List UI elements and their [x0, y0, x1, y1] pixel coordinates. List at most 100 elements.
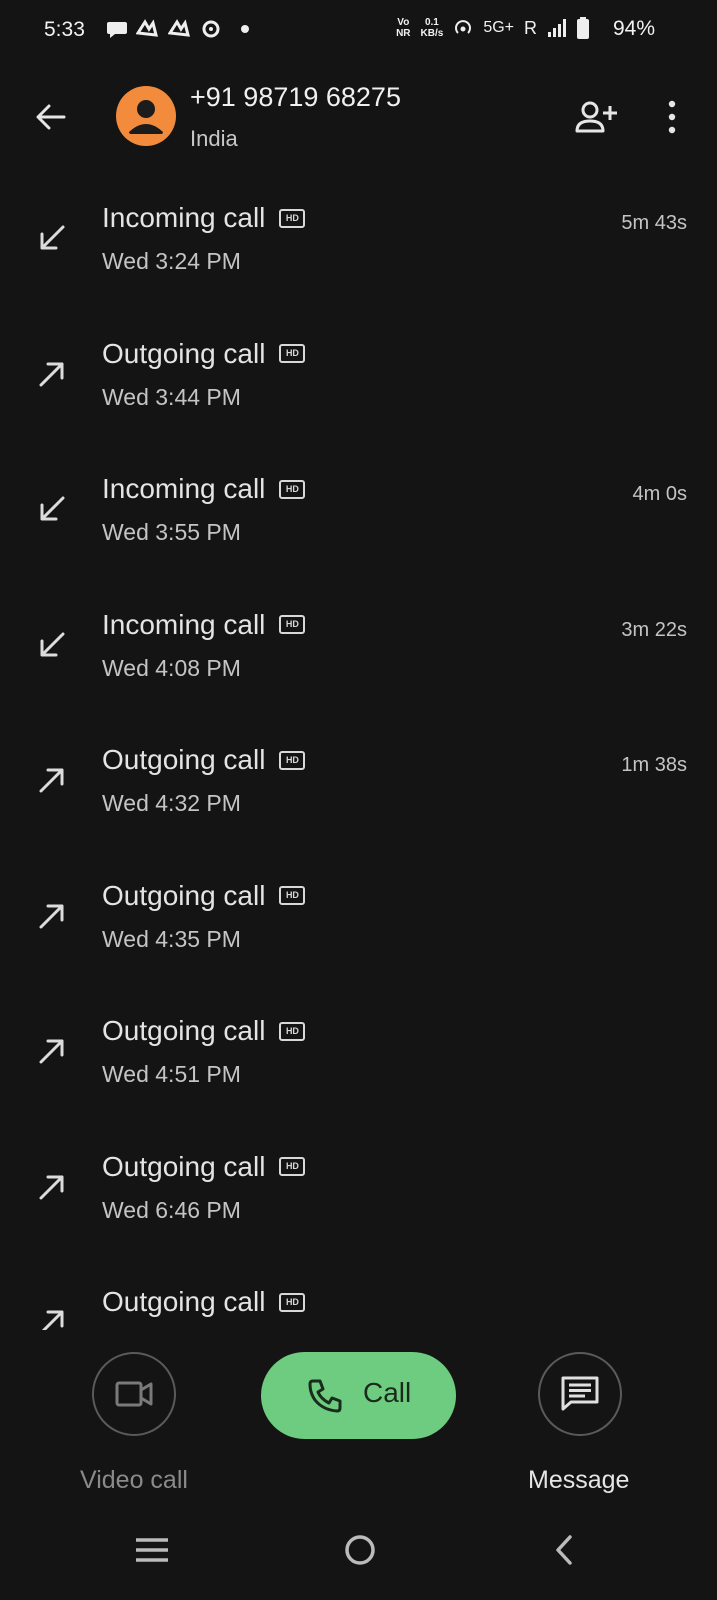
nav-back-icon[interactable] — [546, 1530, 586, 1570]
status-time: 5:33 — [44, 18, 85, 41]
app-notification-icon-2 — [168, 19, 190, 37]
call-log-row[interactable]: Incoming call HD Wed 3:55 PM 4m 0s — [0, 461, 717, 596]
network-speed: 0.1 KB/s — [421, 17, 444, 39]
volte-bottom-text: NR — [396, 28, 411, 39]
avatar — [116, 86, 176, 146]
call-received-icon — [40, 496, 65, 521]
videocam-icon — [115, 1381, 153, 1407]
call-time: Wed 6:46 PM — [102, 1196, 241, 1223]
hd-badge: HD — [279, 615, 306, 634]
network-type: 5G+ — [483, 19, 514, 36]
person-icon — [129, 100, 163, 134]
recents-icon[interactable] — [132, 1530, 172, 1570]
message-icon — [561, 1376, 599, 1411]
call-made-icon — [39, 362, 64, 386]
phone-icon — [308, 1379, 342, 1413]
call-time: Wed 4:51 PM — [102, 1061, 241, 1087]
hd-badge: HD — [279, 344, 306, 363]
call-type-text: Outgoing call — [102, 1286, 266, 1317]
call-received-icon — [40, 225, 65, 250]
call-type-text: Incoming call — [102, 202, 266, 233]
call-type-text: Outgoing call — [102, 1015, 266, 1046]
speed-value: 0.1 — [424, 17, 439, 28]
call-made-icon — [39, 768, 64, 793]
call-time: Wed 3:55 PM — [102, 519, 241, 545]
video-call-button[interactable] — [92, 1352, 176, 1436]
call-duration: 5m 43s — [621, 212, 687, 234]
call-log-row[interactable]: Outgoing call HD Wed 6:46 PM — [0, 1139, 717, 1274]
call-made-icon — [41, 1310, 64, 1330]
call-time: Wed 3:44 PM — [102, 383, 241, 410]
call-made-icon — [39, 1175, 64, 1199]
chat-notification-icon — [107, 22, 127, 38]
call-duration: 3m 22s — [621, 618, 687, 641]
call-log-row[interactable]: Outgoing call HD Wed 3:44 PM — [0, 326, 717, 461]
call-type-label: Incoming call HD — [102, 202, 306, 234]
call-duration: 4m 0s — [632, 483, 687, 505]
contact-header: +91 98719 68275 India — [0, 60, 717, 175]
battery-percent: 94% — [612, 17, 655, 40]
game-notification-icon — [202, 20, 220, 38]
call-type-label: Outgoing call HD — [102, 1150, 306, 1183]
call-type-label: Outgoing call HD — [102, 337, 306, 370]
message-button[interactable] — [538, 1352, 622, 1436]
hd-badge: HD — [279, 1157, 306, 1176]
hotspot-icon — [455, 20, 472, 34]
status-bar: 5:33 Vo NR 0.1 KB/s 5G+ R 94% — [0, 0, 717, 60]
message-label[interactable]: Message — [528, 1466, 629, 1495]
status-indicators: Vo NR 0.1 KB/s 5G+ R — [396, 17, 589, 39]
call-type-text: Outgoing call — [102, 744, 266, 775]
page-subtitle: India — [190, 126, 238, 151]
video-call-label: Video call — [80, 1466, 188, 1494]
action-bar: Call Video call Message — [0, 1330, 717, 1520]
call-log-row[interactable]: Outgoing call HD Wed 4:32 PM 1m 38s — [0, 732, 717, 867]
person-add-icon[interactable] — [574, 98, 618, 136]
page-title: +91 98719 68275 — [190, 82, 401, 112]
more-notifications-dot — [241, 25, 249, 33]
call-time: Wed 3:24 PM — [102, 248, 241, 274]
call-log-row[interactable]: Outgoing call HD Wed 4:51 PM — [0, 1003, 717, 1138]
call-made-icon — [39, 1039, 64, 1064]
call-time: Wed 4:32 PM — [102, 790, 241, 816]
call-type-label: Incoming call HD — [102, 608, 306, 641]
call-log-row[interactable]: Outgoing call HD — [0, 1274, 717, 1330]
hd-badge: HD — [279, 479, 306, 499]
call-type-label: Outgoing call HD — [102, 1286, 306, 1318]
call-type-label: Outgoing call HD — [102, 744, 306, 776]
hd-badge: HD — [279, 886, 306, 905]
call-button-label: Call — [363, 1377, 412, 1408]
volte-indicator: Vo NR — [396, 17, 410, 39]
call-time: Wed 4:35 PM — [102, 925, 241, 952]
call-time: Wed 4:08 PM — [102, 654, 241, 681]
call-type-label: Outgoing call HD — [102, 879, 306, 912]
signal-icon — [548, 19, 566, 37]
app-notification-icon — [136, 19, 158, 37]
call-type-text: Outgoing call — [102, 879, 266, 911]
home-icon[interactable] — [340, 1530, 380, 1570]
call-duration: 1m 38s — [621, 754, 687, 776]
call-type-text: Incoming call — [102, 473, 266, 504]
volte-top-text: Vo — [397, 17, 410, 28]
call-history-list: Incoming call HD Wed 3:24 PM 5m 43s Outgoing… — [0, 190, 717, 1330]
system-nav-bar — [0, 1520, 717, 1600]
roaming-indicator: R — [524, 17, 537, 38]
hd-badge: HD — [279, 1021, 306, 1041]
call-received-icon — [40, 632, 65, 656]
call-button[interactable]: Call — [261, 1352, 456, 1439]
more-vert-icon[interactable] — [660, 98, 684, 136]
speed-unit: KB/s — [420, 28, 444, 39]
call-type-text: Incoming call — [102, 608, 266, 640]
battery-icon — [577, 17, 589, 39]
call-made-icon — [39, 904, 64, 928]
hd-badge: HD — [279, 208, 306, 228]
call-type-label: Outgoing call HD — [102, 1015, 306, 1047]
call-type-text: Outgoing call — [102, 1150, 266, 1182]
call-log-row[interactable]: Incoming call HD Wed 3:24 PM 5m 43s — [0, 190, 717, 325]
call-type-label: Incoming call HD — [102, 473, 306, 505]
arrow-left-icon[interactable] — [34, 100, 68, 134]
hd-badge: HD — [279, 750, 306, 770]
hd-badge: HD — [279, 1292, 306, 1312]
call-log-row[interactable]: Incoming call HD Wed 4:08 PM 3m 22s — [0, 597, 717, 732]
call-type-text: Outgoing call — [102, 337, 266, 369]
call-log-row[interactable]: Outgoing call HD Wed 4:35 PM — [0, 868, 717, 1003]
